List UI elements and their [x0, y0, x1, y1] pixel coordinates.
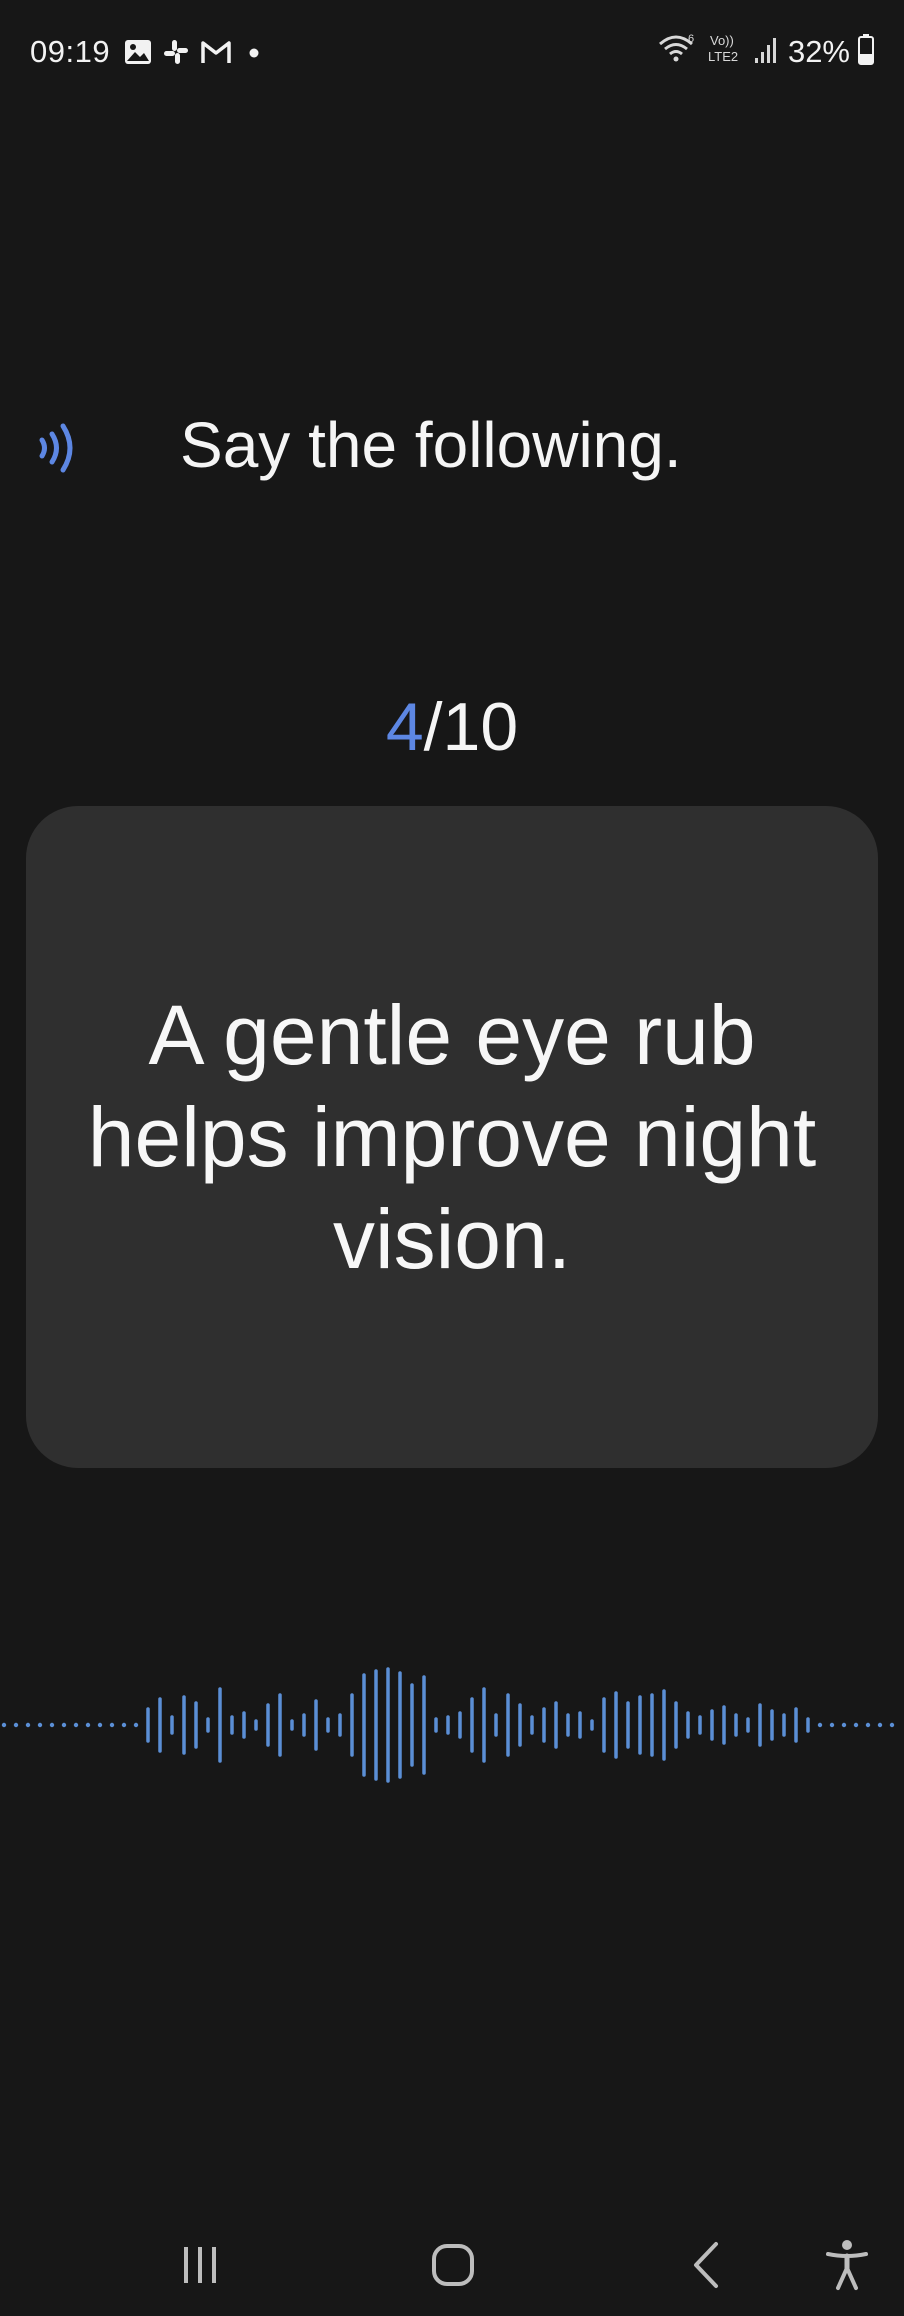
recent-apps-button[interactable] — [165, 2230, 235, 2300]
dot-icon — [242, 39, 262, 65]
waveform-dot — [61, 1722, 67, 1728]
volte-label-top: Vo)) — [710, 33, 734, 48]
waveform-dot — [109, 1722, 115, 1728]
wifi-icon: 6 — [658, 32, 698, 71]
battery-percent: 32% — [787, 33, 850, 69]
voice-waveform — [1, 1667, 895, 1783]
waveform-dot — [841, 1722, 847, 1728]
phrase-text: A gentle eye rub helps improve night vis… — [87, 988, 817, 1286]
speaker-icon[interactable] — [36, 418, 86, 478]
waveform-dot — [853, 1722, 859, 1728]
counter-total: /10 — [423, 689, 519, 765]
waveform-dot — [121, 1722, 127, 1728]
battery-icon — [858, 33, 874, 70]
phrase-card: A gentle eye rub helps improve night vis… — [26, 806, 878, 1468]
status-bar: 09:19 6 Vo)) LTE2 32% — [0, 0, 904, 110]
slack-icon — [162, 38, 190, 66]
home-button[interactable] — [418, 2230, 488, 2300]
system-icons: 6 Vo)) LTE2 32% — [658, 32, 874, 71]
waveform-dot — [73, 1722, 79, 1728]
back-icon — [694, 2242, 718, 2288]
navigation-bar — [0, 2200, 904, 2316]
home-icon — [432, 2244, 474, 2286]
accessibility-icon — [826, 2240, 868, 2290]
wifi-label: 6 — [688, 33, 694, 45]
waveform-dot — [13, 1722, 19, 1728]
back-button[interactable] — [672, 2230, 742, 2300]
prompt-title: Say the following. — [180, 409, 682, 481]
volte-label-bottom: LTE2 — [708, 49, 738, 64]
waveform-dot — [865, 1722, 871, 1728]
gmail-icon — [200, 39, 232, 65]
waveform-dot — [133, 1722, 139, 1728]
waveform-dot — [817, 1722, 823, 1728]
waveform-dot — [829, 1722, 835, 1728]
waveform-dot — [85, 1722, 91, 1728]
waveform-dot — [49, 1722, 55, 1728]
recent-apps-icon — [184, 2247, 216, 2283]
waveform-dot — [97, 1722, 103, 1728]
waveform-dot — [877, 1722, 883, 1728]
notification-icons — [124, 38, 262, 66]
counter-current: 4 — [385, 689, 424, 765]
signal-icon — [754, 34, 780, 69]
waveform-dot — [889, 1722, 895, 1728]
gallery-icon — [124, 39, 152, 65]
waveform-dot — [1, 1722, 7, 1728]
waveform-dot — [37, 1722, 43, 1728]
waveform-dot — [25, 1722, 31, 1728]
accessibility-button[interactable] — [812, 2230, 882, 2300]
progress-counter: 4/10 — [0, 688, 904, 766]
status-time: 09:19 — [30, 34, 111, 69]
volte-icon: Vo)) LTE2 — [706, 32, 746, 71]
